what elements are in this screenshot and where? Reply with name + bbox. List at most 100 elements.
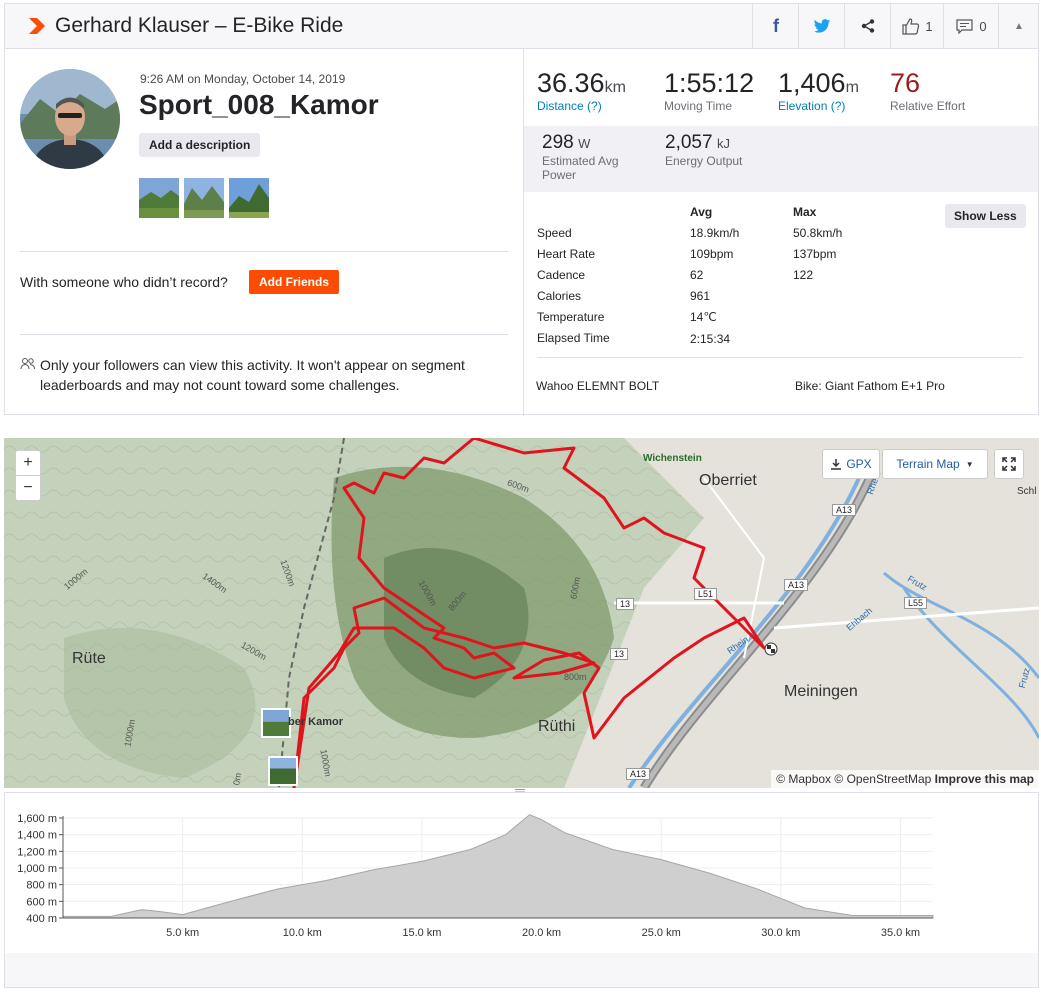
improve-map-link[interactable]: Improve this map [935, 772, 1034, 786]
stat-energy: 2,057 kJ Energy Output [665, 132, 742, 168]
y-tick-label: 1,400 m [17, 830, 57, 842]
row-label: Speed [537, 226, 572, 240]
photo-thumbnail[interactable] [139, 178, 179, 218]
download-icon [831, 459, 842, 470]
elevation-value: 1,406 [778, 68, 846, 98]
road-shield: L55 [904, 597, 928, 609]
kudos-count: 1 [925, 18, 933, 34]
fullscreen-button[interactable] [994, 449, 1024, 479]
y-tick-label: 1,000 m [17, 863, 57, 875]
road-shield: A13 [784, 579, 809, 591]
divider [20, 334, 508, 335]
stat-relative-effort: 76 Relative Effort [890, 68, 965, 113]
row-label: Cadence [537, 268, 586, 282]
row-max: 137bpm [793, 247, 837, 261]
footer-band [5, 953, 1038, 987]
distance-unit: km [604, 79, 626, 96]
row-max: 122 [793, 268, 814, 282]
activity-datetime: 9:26 AM on Monday, October 14, 2019 [140, 72, 346, 86]
gpx-download-button[interactable]: GPX [822, 449, 880, 479]
kudos-button[interactable]: 1 [890, 4, 944, 48]
privacy-text: Only your followers can view this activi… [40, 357, 465, 393]
col-header-max: Max [793, 205, 817, 219]
caret-down-icon: ▼ [965, 459, 974, 469]
y-tick-label: 1,200 m [17, 846, 57, 858]
twitter-icon [813, 18, 831, 33]
map-type-label: Terrain Map [896, 457, 960, 471]
twitter-share-button[interactable] [798, 4, 845, 48]
relative-effort-value: 76 [890, 68, 921, 98]
collapse-button[interactable]: ▲ [998, 4, 1039, 48]
map-label-place: Rüte [72, 650, 106, 667]
gpx-label: GPX [846, 457, 872, 471]
share-icon [861, 19, 875, 33]
caret-up-icon: ▲ [1014, 20, 1024, 32]
moving-time-value: 1:55:12 [664, 68, 755, 98]
power-label: Estimated Avg Power [542, 154, 619, 182]
photo-thumbnail[interactable] [229, 178, 269, 218]
stat-elevation: 1,406m Elevation (?) [778, 68, 859, 113]
page-title: Gerhard Klauser – E-Bike Ride [55, 14, 344, 37]
road-shield: L51 [694, 588, 718, 600]
elevation-profile[interactable]: 1,600 m 1,400 m 1,200 m 1,000 m 800 m 600 m 40… [4, 792, 1039, 988]
road-shield: 13 [610, 648, 629, 660]
elevation-chart[interactable]: 1,600 m 1,400 m 1,200 m 1,000 m 800 m 600 m 40… [5, 793, 1038, 987]
comment-icon [956, 18, 973, 34]
map-label-place: Rüthi [538, 718, 576, 735]
add-friends-button[interactable]: Add Friends [249, 270, 340, 294]
elevation-unit: m [845, 79, 859, 96]
row-avg: 109bpm [690, 247, 734, 261]
photo-marker[interactable] [268, 756, 298, 786]
row-avg: 961 [690, 289, 711, 303]
row-avg: 18.9km/h [690, 226, 740, 240]
photo-marker[interactable] [261, 708, 291, 738]
photo-thumbnail[interactable] [184, 178, 224, 218]
map-label-place: Wichenstein [643, 453, 702, 464]
map-type-dropdown[interactable]: Terrain Map ▼ [882, 449, 988, 479]
stat-power: 298 W Estimated Avg Power [542, 132, 632, 182]
elevation-label[interactable]: Elevation (?) [778, 99, 859, 113]
strava-chevron-icon [29, 18, 45, 34]
divider [537, 357, 1023, 358]
attribution-mapbox[interactable]: © Mapbox [776, 772, 831, 786]
energy-unit: kJ [717, 136, 730, 151]
activity-header: Gerhard Klauser – E-Bike Ride f 1 0 ▲ [4, 3, 1039, 49]
energy-value: 2,057 [665, 132, 713, 153]
map-label-place: Schl [1017, 486, 1037, 497]
relative-effort-label: Relative Effort [890, 99, 966, 113]
road-shield: 13 [616, 598, 635, 610]
activity-summary: 9:26 AM on Monday, October 14, 2019 Spor… [4, 48, 1039, 416]
facebook-share-button[interactable]: f [752, 4, 799, 48]
distance-label[interactable]: Distance (?) [537, 99, 626, 113]
elevation-area [62, 814, 934, 919]
zoom-out-button[interactable]: − [15, 475, 41, 501]
comments-button[interactable]: 0 [943, 4, 999, 48]
power-value: 298 [542, 132, 574, 153]
comment-count: 0 [979, 18, 987, 34]
energy-label: Energy Output [665, 154, 743, 168]
avatar[interactable] [20, 69, 120, 169]
divider [20, 251, 508, 252]
road-shield: A13 [832, 504, 857, 516]
row-label: Temperature [537, 310, 605, 324]
x-tick-label: 25.0 km [642, 927, 681, 939]
share-button[interactable] [844, 4, 891, 48]
stat-moving-time: 1:55:12 Moving Time [664, 68, 754, 113]
y-tick-label: 600 m [26, 896, 57, 908]
x-tick-label: 35.0 km [881, 927, 920, 939]
col-header-avg: Avg [690, 205, 713, 219]
row-avg: 62 [690, 268, 704, 282]
avatar-photo [20, 69, 120, 169]
show-less-button[interactable]: Show Less [945, 204, 1026, 228]
y-tick-label: 400 m [26, 913, 57, 925]
route-map[interactable]: Oberriet Wichenstein Meiningen Rüte Rüth… [4, 438, 1039, 788]
add-description-button[interactable]: Add a description [139, 133, 261, 157]
attribution-osm[interactable]: © OpenStreetMap [834, 772, 931, 786]
device-name: Wahoo ELEMNT BOLT [536, 379, 660, 393]
map-attribution: © Mapbox © OpenStreetMap Improve this ma… [771, 770, 1039, 788]
zoom-in-button[interactable]: + [15, 450, 41, 476]
activity-name: Sport_008_Kamor [139, 89, 379, 120]
contour-label: 0m [231, 771, 244, 787]
x-tick-label: 10.0 km [283, 927, 322, 939]
bike-name[interactable]: Bike: Giant Fathom E+1 Pro [795, 379, 945, 393]
